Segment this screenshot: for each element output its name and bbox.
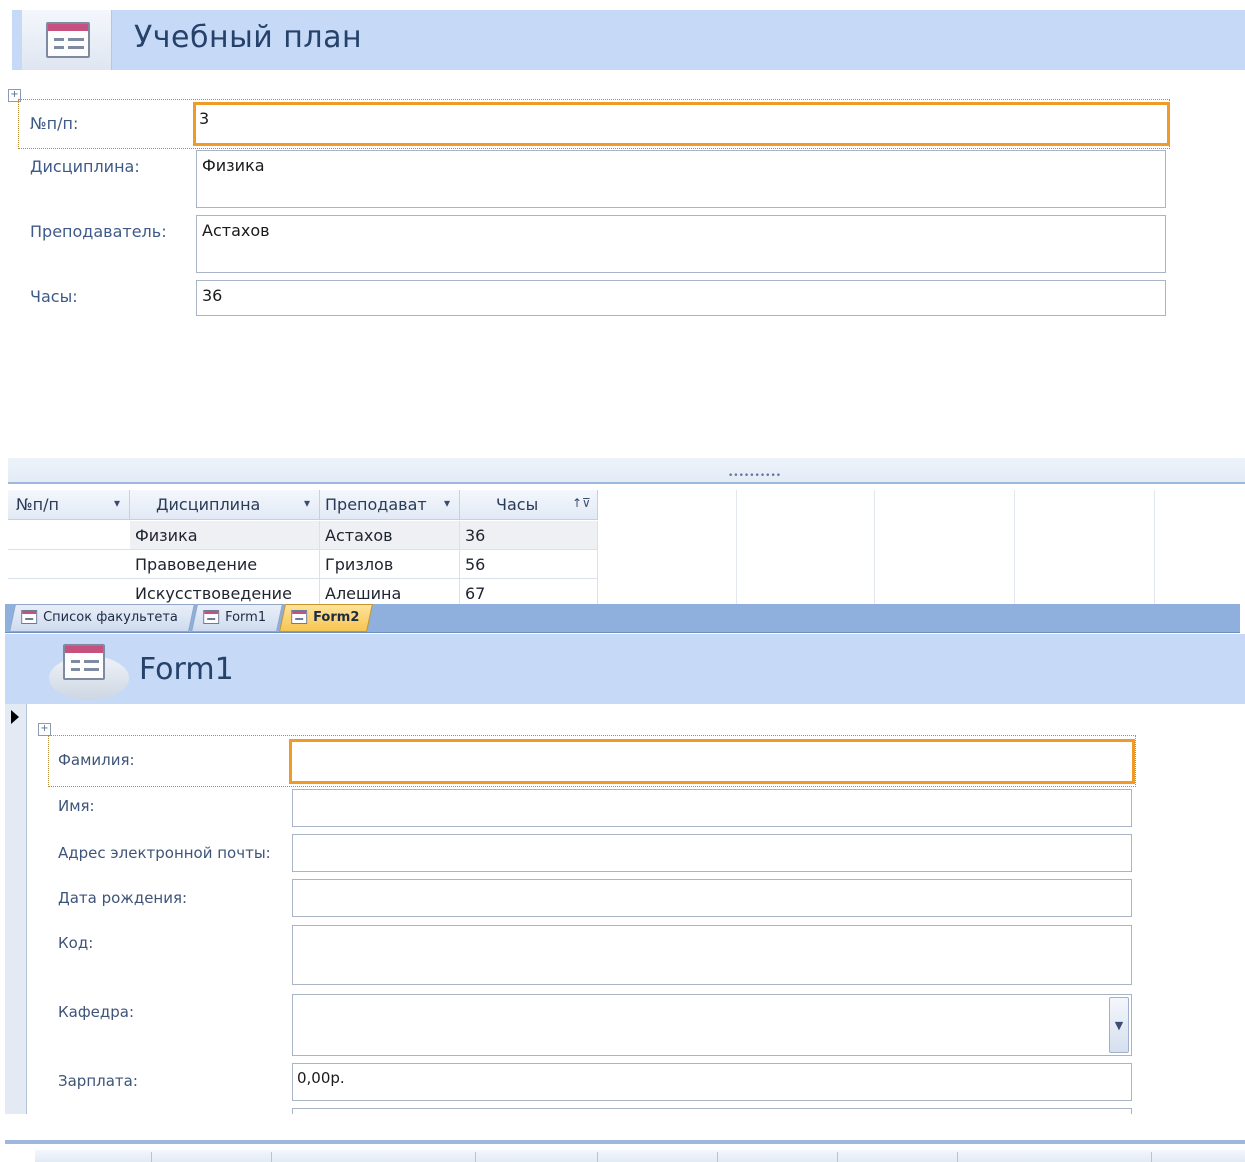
form1-title: Form1 [139,652,234,687]
field-label-number: №п/п: [30,114,79,133]
table-cell[interactable]: Алешина [320,579,460,604]
field-label-salary: Зарплата: [58,1072,138,1090]
field-label-lastname: Фамилия: [58,751,135,769]
form-icon [21,610,38,624]
form-header: Учебный план [12,10,1245,70]
hours-field[interactable]: 36 [196,280,1166,316]
lastname-field[interactable] [289,739,1135,784]
table-cell[interactable]: 67 [460,579,598,604]
field-label-code: Код: [58,934,94,952]
current-record-arrow-icon [11,710,19,724]
column-filter-arrow-icon[interactable]: ▾ [114,496,120,510]
table-cell[interactable]: Правоведение [130,550,320,579]
column-header-number[interactable]: №п/п ▾ [8,490,130,520]
teacher-field[interactable]: Астахов [196,215,1166,273]
sort-filter-icon[interactable]: ↑⊽ [572,496,591,510]
form1-header: Form1 [5,634,1245,704]
table-cell[interactable]: Физика [130,521,320,550]
discipline-field[interactable]: Физика [196,150,1166,208]
form-icon [63,644,105,680]
tab-form1[interactable]: Form1 [191,604,283,632]
form-icon [291,610,308,624]
table-cell[interactable]: 56 [460,550,598,579]
field-label-birthdate: Дата рождения: [58,889,188,907]
record-selector[interactable] [5,704,27,1114]
tab-form2[interactable]: Form2 [279,604,373,632]
form-splitter-bar[interactable] [5,1140,1245,1144]
column-filter-arrow-icon[interactable]: ▾ [444,496,450,510]
form-splitter-bar[interactable]: •••••••••• [8,458,1245,484]
bottom-datasheet-area: •••••••••• [5,1114,1245,1162]
chevron-down-icon[interactable]: ▼ [1109,997,1129,1053]
table-cell[interactable] [8,579,130,604]
datasheet-grid: №п/п ▾ Дисциплина ▾ Преподават ▾ Часы ↑⊽… [8,490,1245,604]
table-cell[interactable]: Искусствоведение [130,579,320,604]
form-header-icon-box [22,10,112,70]
table-cell[interactable]: Астахов [320,521,460,550]
field-label-firstname: Имя: [58,797,95,815]
field-label-hours: Часы: [30,287,78,306]
field-label-teacher: Преподаватель: [30,222,167,241]
column-filter-arrow-icon[interactable]: ▾ [304,496,310,510]
code-field[interactable] [292,925,1132,985]
table-cell[interactable] [8,550,130,579]
department-combo[interactable]: ▼ [292,994,1132,1056]
form-icon [203,610,220,624]
table-cell[interactable]: 36 [460,521,598,550]
field-label-email: Адрес электронной почты: [58,844,271,862]
column-header-teacher[interactable]: Преподават ▾ [320,490,460,520]
salary-field[interactable]: 0,00р. [292,1063,1132,1101]
form-title: Учебный план [134,20,363,55]
birthdate-field[interactable] [292,879,1132,917]
table-cell[interactable] [8,521,130,550]
column-header-hours[interactable]: Часы ↑⊽ [460,490,598,520]
number-field[interactable]: 3 [193,102,1170,146]
field-label-department: Кафедра: [58,1003,135,1021]
email-field[interactable] [292,834,1132,872]
datasheet-header-row [35,1150,1245,1162]
column-header-discipline[interactable]: Дисциплина ▾ [130,490,320,520]
table-cell[interactable]: Гризлов [320,550,460,579]
tab-faculty-list[interactable]: Список факультета [9,604,195,632]
firstname-field[interactable] [292,789,1132,827]
field-label-discipline: Дисциплина: [30,157,140,176]
document-tab-strip: Список факультета Form1 Form2 [5,604,1240,633]
splitter-grip[interactable]: •••••••••• [728,471,781,481]
form-icon [46,22,90,58]
